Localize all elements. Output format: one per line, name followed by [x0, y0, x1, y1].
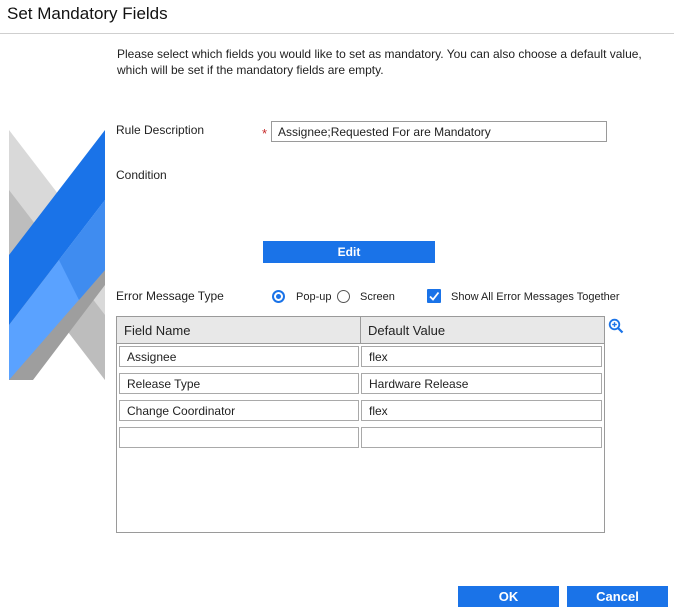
field-name-cell[interactable]: [119, 427, 359, 448]
field-name-cell[interactable]: Assignee: [119, 346, 359, 367]
intro-text: Please select which fields you would lik…: [117, 47, 642, 77]
error-message-type-label: Error Message Type: [116, 289, 224, 303]
header-divider: [360, 317, 361, 343]
table-header: Field Name Default Value: [117, 317, 604, 344]
cancel-button[interactable]: Cancel: [567, 586, 668, 607]
edit-condition-button[interactable]: Edit: [263, 241, 435, 263]
field-name-cell[interactable]: Release Type: [119, 373, 359, 394]
popup-radio-label: Pop-up: [296, 291, 332, 303]
default-value-cell[interactable]: flex: [361, 346, 602, 367]
condition-label: Condition: [116, 168, 167, 182]
checkmark-icon: [429, 291, 440, 301]
rule-description-label: Rule Description: [116, 123, 205, 137]
required-marker: *: [262, 126, 268, 141]
rule-description-input[interactable]: [271, 121, 607, 142]
title-divider: [0, 33, 674, 34]
default-value-cell[interactable]: flex: [361, 400, 602, 421]
brand-decoration-icon: [9, 130, 105, 380]
default-value-header: Default Value: [368, 323, 446, 338]
field-name-cell[interactable]: Change Coordinator: [119, 400, 359, 421]
show-all-errors-label: Show All Error Messages Together: [451, 291, 620, 303]
dialog-title: Set Mandatory Fields: [7, 4, 168, 23]
default-value-cell[interactable]: [361, 427, 602, 448]
popup-radio[interactable]: [272, 290, 285, 303]
default-value-cell[interactable]: Hardware Release: [361, 373, 602, 394]
screen-radio[interactable]: [337, 290, 350, 303]
ok-button[interactable]: OK: [458, 586, 559, 607]
field-name-header: Field Name: [124, 323, 191, 338]
mandatory-fields-table: Field Name Default Value Assignee flex R…: [116, 316, 605, 533]
screen-radio-label: Screen: [360, 291, 395, 303]
show-all-errors-checkbox[interactable]: [427, 289, 441, 303]
zoom-in-icon[interactable]: [608, 318, 624, 334]
